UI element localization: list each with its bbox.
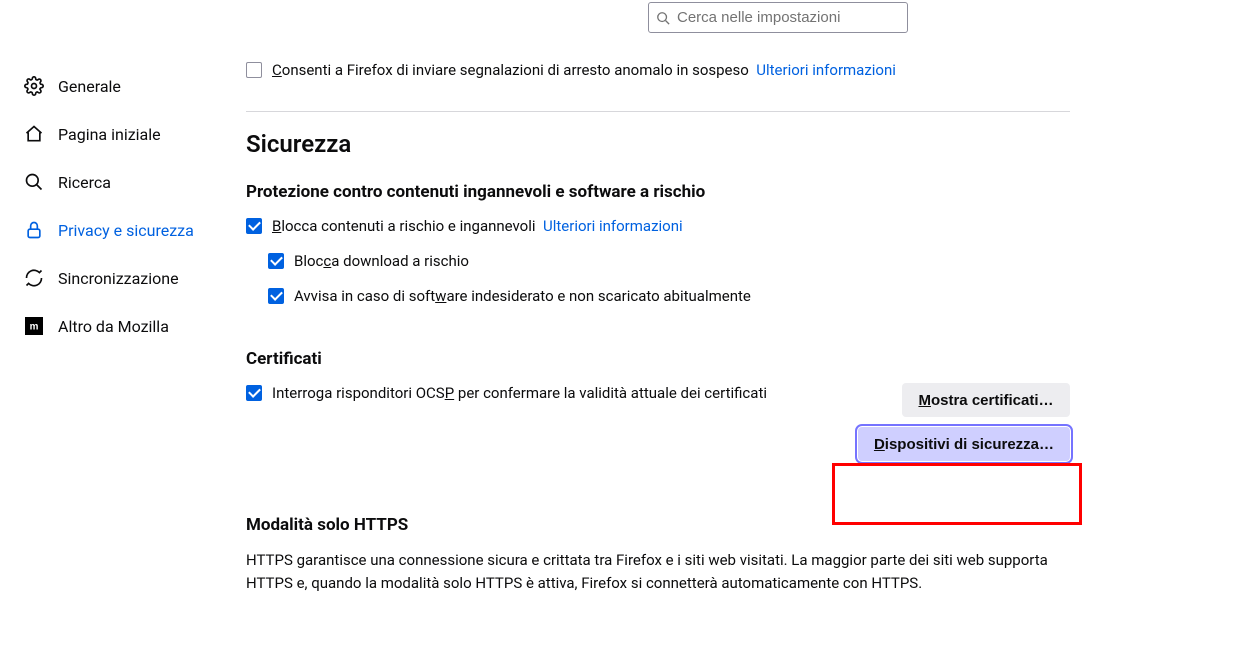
sidebar: Generale Pagina iniziale Ricerca Privacy…	[24, 62, 234, 350]
mozilla-icon: m	[24, 316, 44, 336]
sidebar-item-label: Generale	[58, 77, 121, 96]
svg-text:m: m	[30, 322, 39, 333]
block-dangerous-checkbox[interactable]	[246, 218, 262, 234]
sidebar-item-label: Ricerca	[58, 173, 111, 192]
crash-report-learn-more-link[interactable]: Ulteriori informazioni	[756, 61, 896, 79]
ocsp-label: Interroga risponditori OCSP per conferma…	[272, 383, 767, 404]
ocsp-checkbox[interactable]	[246, 385, 262, 401]
security-devices-button[interactable]: Dispositivi di sicurezza…	[858, 427, 1070, 461]
crash-report-row: Consenti a Firefox di inviare segnalazio…	[246, 60, 1070, 81]
sync-icon	[24, 268, 44, 288]
deceptive-learn-more-link[interactable]: Ulteriori informazioni	[543, 217, 683, 235]
gear-icon	[24, 76, 44, 96]
sidebar-item-general[interactable]: Generale	[24, 62, 234, 110]
sidebar-item-label: Sincronizzazione	[58, 269, 179, 288]
sidebar-item-label: Privacy e sicurezza	[58, 221, 194, 240]
lock-icon	[24, 220, 44, 240]
crash-report-label: Consenti a Firefox di inviare segnalazio…	[272, 60, 896, 81]
certificates-heading: Certificati	[246, 349, 1070, 369]
block-downloads-checkbox[interactable]	[268, 253, 284, 269]
main-content: Consenti a Firefox di inviare segnalazio…	[246, 60, 1070, 596]
security-heading: Sicurezza	[246, 130, 1070, 158]
sidebar-item-label: Altro da Mozilla	[58, 317, 169, 336]
https-heading: Modalità solo HTTPS	[246, 515, 1070, 535]
view-certificates-button[interactable]: Mostra certificati…	[902, 383, 1070, 417]
sidebar-item-more-mozilla[interactable]: m Altro da Mozilla	[24, 302, 234, 350]
crash-report-checkbox[interactable]	[246, 62, 262, 78]
block-downloads-label: Blocca download a rischio	[294, 251, 469, 272]
search-icon	[656, 11, 670, 25]
block-dangerous-label: Blocca contenuti a rischio e ingannevoli…	[272, 216, 683, 237]
warn-unwanted-label: Avvisa in caso di software indesiderato …	[294, 286, 751, 307]
sidebar-item-sync[interactable]: Sincronizzazione	[24, 254, 234, 302]
warn-unwanted-checkbox[interactable]	[268, 288, 284, 304]
sidebar-item-home[interactable]: Pagina iniziale	[24, 110, 234, 158]
sidebar-item-privacy[interactable]: Privacy e sicurezza	[24, 206, 234, 254]
deceptive-content-section: Protezione contro contenuti ingannevoli …	[246, 182, 1070, 307]
search-input[interactable]	[648, 2, 908, 33]
search-container	[648, 2, 908, 33]
sidebar-item-label: Pagina iniziale	[58, 125, 161, 144]
home-icon	[24, 124, 44, 144]
sidebar-item-search[interactable]: Ricerca	[24, 158, 234, 206]
search-icon	[24, 172, 44, 192]
deceptive-heading: Protezione contro contenuti ingannevoli …	[246, 182, 1070, 202]
section-divider	[246, 111, 1070, 112]
certificates-section: Certificati Interroga risponditori OCSP …	[246, 349, 1070, 461]
https-only-section: Modalità solo HTTPS HTTPS garantisce una…	[246, 515, 1070, 596]
https-description: HTTPS garantisce una connessione sicura …	[246, 549, 1070, 596]
